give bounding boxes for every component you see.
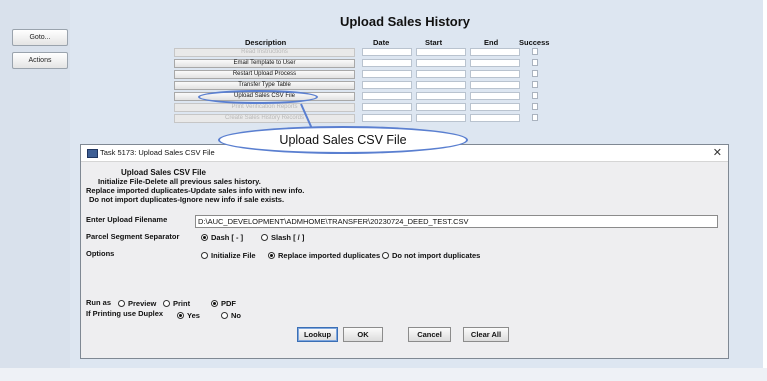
- radio-unselected-icon: [201, 252, 208, 259]
- instruction-line: Replace imported duplicates-Update sales…: [86, 186, 305, 195]
- runas-preview-radio[interactable]: Preview: [118, 299, 156, 308]
- option-replace-duplicates-radio[interactable]: Replace imported duplicates: [268, 251, 380, 260]
- radio-unselected-icon: [261, 234, 268, 241]
- start-cell: [416, 92, 466, 100]
- date-cell: [362, 59, 412, 67]
- success-checkbox: [532, 59, 538, 66]
- callout-label: Upload Sales CSV File: [218, 126, 468, 154]
- radio-selected-icon: [177, 312, 184, 319]
- success-checkbox: [532, 81, 538, 88]
- duplex-no-radio[interactable]: No: [221, 311, 241, 320]
- page-title: Upload Sales History: [339, 14, 471, 29]
- date-cell: [362, 92, 412, 100]
- goto-button[interactable]: Goto...: [12, 29, 68, 46]
- runas-pdf-radio[interactable]: PDF: [211, 299, 236, 308]
- end-cell: [470, 103, 520, 111]
- end-cell: [470, 81, 520, 89]
- task-transfer-type-table-button[interactable]: Transfer Type Table: [174, 81, 355, 90]
- date-cell: [362, 48, 412, 56]
- success-checkbox: [532, 114, 538, 121]
- cancel-button[interactable]: Cancel: [408, 327, 451, 342]
- success-checkbox: [532, 70, 538, 77]
- radio-unselected-icon: [118, 300, 125, 307]
- date-cell: [362, 81, 412, 89]
- status-strip: [0, 368, 767, 381]
- start-cell: [416, 103, 466, 111]
- end-cell: [470, 114, 520, 122]
- start-cell: [416, 48, 466, 56]
- option-no-duplicates-radio[interactable]: Do not import duplicates: [382, 251, 480, 260]
- radio-unselected-icon: [221, 312, 228, 319]
- separator-label: Parcel Segment Separator: [86, 232, 180, 241]
- duplex-yes-radio[interactable]: Yes: [177, 311, 200, 320]
- column-header-date: Date: [373, 38, 390, 47]
- end-cell: [470, 70, 520, 78]
- column-header-start: Start: [425, 38, 443, 47]
- end-cell: [470, 48, 520, 56]
- left-panel: Goto... Actions: [0, 0, 71, 368]
- column-header-end: End: [484, 38, 499, 47]
- end-cell: [470, 59, 520, 67]
- task-email-template-button[interactable]: Email Template to User: [174, 59, 355, 68]
- radio-selected-icon: [268, 252, 275, 259]
- task-create-sales-history-button[interactable]: Create Sales History Records: [174, 114, 355, 123]
- runas-label: Run as: [86, 298, 112, 307]
- highlight-ellipse: [198, 90, 318, 104]
- column-header-description: Description: [245, 38, 287, 47]
- start-cell: [416, 70, 466, 78]
- task-restart-upload-button[interactable]: Restart Upload Process: [174, 70, 355, 79]
- success-checkbox: [532, 48, 538, 55]
- start-cell: [416, 59, 466, 67]
- start-cell: [416, 114, 466, 122]
- instruction-line: Initialize File-Delete all previous sale…: [98, 177, 261, 186]
- lookup-button[interactable]: Lookup: [297, 327, 338, 342]
- date-cell: [362, 114, 412, 122]
- upload-csv-dialog: Task 5173: Upload Sales CSV File ✕ Uploa…: [80, 144, 729, 359]
- task-print-verification-button[interactable]: Print Verification Reports: [174, 103, 355, 112]
- clear-all-button[interactable]: Clear All: [463, 327, 509, 342]
- radio-unselected-icon: [382, 252, 389, 259]
- application-window: Goto... Actions Upload Sales History Des…: [0, 0, 767, 381]
- actions-button[interactable]: Actions: [12, 52, 68, 69]
- start-cell: [416, 81, 466, 89]
- date-cell: [362, 70, 412, 78]
- separator-slash-radio[interactable]: Slash [ / ]: [261, 233, 304, 242]
- task-read-instructions-button[interactable]: Read Instructions: [174, 48, 355, 57]
- upload-filename-input[interactable]: D:\AUC_DEVELOPMENT\ADMHOME\TRANSFER\2023…: [195, 215, 718, 228]
- radio-unselected-icon: [163, 300, 170, 307]
- success-checkbox: [532, 103, 538, 110]
- runas-print-radio[interactable]: Print: [163, 299, 190, 308]
- dialog-heading: Upload Sales CSV File: [121, 168, 206, 177]
- options-label: Options: [86, 249, 115, 258]
- ok-button[interactable]: OK: [343, 327, 383, 342]
- end-cell: [470, 92, 520, 100]
- option-initialize-radio[interactable]: Initialize File: [201, 251, 256, 260]
- radio-selected-icon: [201, 234, 208, 241]
- instruction-line: Do not import duplicates-Ignore new info…: [89, 195, 285, 204]
- filename-label: Enter Upload Filename: [86, 215, 168, 224]
- column-header-success: Success: [519, 38, 550, 47]
- duplex-label: If Printing use Duplex: [86, 309, 164, 318]
- date-cell: [362, 103, 412, 111]
- close-icon[interactable]: ✕: [713, 146, 722, 159]
- separator-dash-radio[interactable]: Dash [ - ]: [201, 233, 243, 242]
- window-icon: [87, 149, 98, 158]
- success-checkbox: [532, 92, 538, 99]
- radio-selected-icon: [211, 300, 218, 307]
- dialog-title: Task 5173: Upload Sales CSV File: [100, 148, 215, 157]
